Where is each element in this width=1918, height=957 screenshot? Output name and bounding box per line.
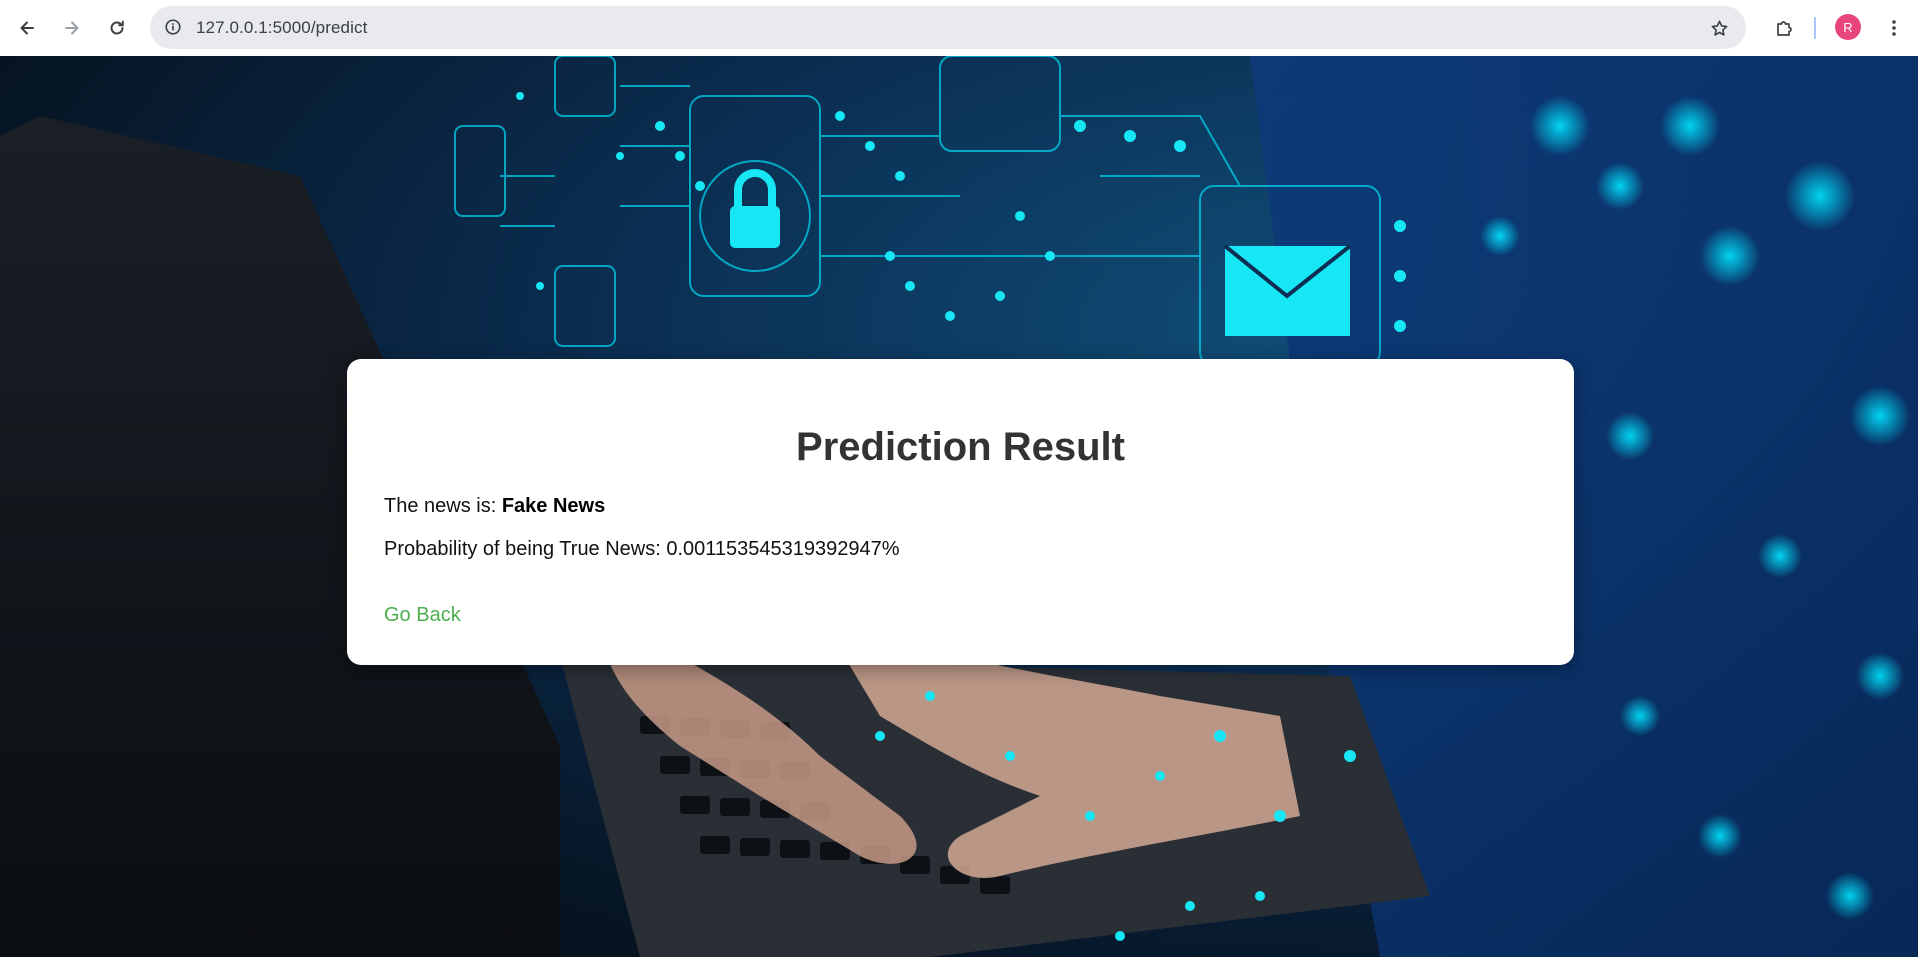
url-text[interactable]: 127.0.0.1:5000/predict [196, 18, 367, 38]
kebab-menu-icon [1892, 20, 1896, 36]
star-icon[interactable] [1706, 15, 1732, 41]
browser-toolbar: 127.0.0.1:5000/predict R [0, 0, 1918, 56]
profile-avatar[interactable]: R [1835, 14, 1861, 40]
back-button[interactable] [9, 10, 45, 46]
arrow-right-icon [65, 21, 79, 35]
result-card: Prediction Result The news is: Fake News… [347, 359, 1574, 665]
address-bar[interactable]: 127.0.0.1:5000/predict [150, 6, 1746, 49]
prediction-line: The news is: Fake News [384, 495, 605, 518]
reload-button[interactable] [99, 10, 135, 46]
page-title: Prediction Result [796, 425, 1125, 469]
probability-text: Probability of being True News: 0.001153… [384, 538, 900, 560]
info-icon[interactable] [160, 14, 186, 40]
extensions-button[interactable] [1766, 10, 1802, 46]
prediction-label: The news is: [384, 495, 502, 517]
page-viewport: Prediction Result The news is: Fake News… [0, 56, 1918, 957]
arrow-left-icon [20, 21, 34, 35]
go-back-link[interactable]: Go Back [384, 604, 461, 627]
puzzle-icon [1777, 21, 1792, 36]
browser-menu-button[interactable] [1876, 10, 1912, 46]
forward-button[interactable] [54, 10, 90, 46]
toolbar-divider [1814, 17, 1816, 39]
reload-icon [110, 20, 124, 35]
prediction-value: Fake News [501, 495, 606, 517]
